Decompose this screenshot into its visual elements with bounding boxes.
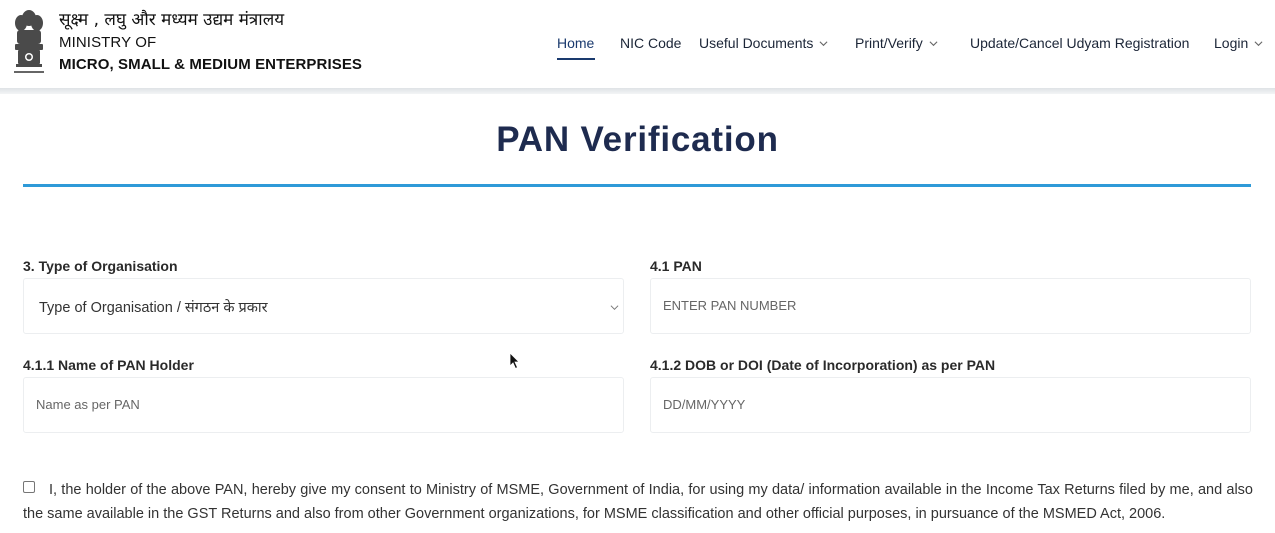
pan-placeholder: ENTER PAN NUMBER [663,298,797,313]
nav-home-label: Home [557,35,595,51]
pan-label: 4.1 PAN [650,258,702,274]
nav-print-verify[interactable]: Print/Verify [855,35,938,51]
pan-name-placeholder: Name as per PAN [36,397,140,412]
dob-input[interactable]: DD/MM/YYYY [650,377,1251,433]
pan-input[interactable]: ENTER PAN NUMBER [650,278,1251,334]
chevron-down-icon [819,40,828,46]
consent-text: I, the holder of the above PAN, hereby g… [23,482,1253,522]
brand-ministry-label: MINISTRY OF [59,34,157,51]
pan-name-input[interactable]: Name as per PAN [23,377,624,433]
site-header: सूक्ष्म , लघु और मध्यम उद्यम मंत्रालय MI… [0,0,1275,90]
nav-update-cancel-label: Update/Cancel Udyam Registration [970,35,1190,51]
nav-home[interactable]: Home [557,35,594,51]
header-divider [0,88,1275,94]
page-title: PAN Verification [496,120,779,159]
org-type-selected-value: Type of Organisation / संगठन के प्रकार [39,300,268,316]
nav-nic-code-label: NIC Code [620,35,682,51]
org-type-select[interactable]: Type of Organisation / संगठन के प्रकार [23,278,624,334]
nav-login-label: Login [1214,35,1249,51]
pan-name-label: 4.1.1 Name of PAN Holder [23,357,194,373]
brand-ministry-name: MICRO, SMALL & MEDIUM ENTERPRISES [59,56,363,73]
nav-useful-documents[interactable]: Useful Documents [699,35,828,51]
chevron-down-icon [610,305,619,311]
org-type-label: 3. Type of Organisation [23,258,178,274]
nav-useful-documents-label: Useful Documents [699,35,814,51]
nav-print-verify-label: Print/Verify [855,35,923,51]
chevron-down-icon [1254,40,1263,46]
title-divider [23,184,1251,187]
chevron-down-icon [929,40,938,46]
mouse-cursor-icon [509,352,520,370]
nav-nic-code[interactable]: NIC Code [620,35,681,51]
dob-label: 4.1.2 DOB or DOI (Date of Incorporation)… [650,357,996,373]
nav-login[interactable]: Login [1214,35,1263,51]
brand-hindi-name: सूक्ष्म , लघु और मध्यम उद्यम मंत्रालय [59,10,285,30]
nav-update-cancel[interactable]: Update/Cancel Udyam Registration [970,35,1189,51]
dob-placeholder: DD/MM/YYYY [663,397,746,412]
nav-active-indicator [557,58,595,60]
ashoka-emblem-icon[interactable] [10,6,48,78]
